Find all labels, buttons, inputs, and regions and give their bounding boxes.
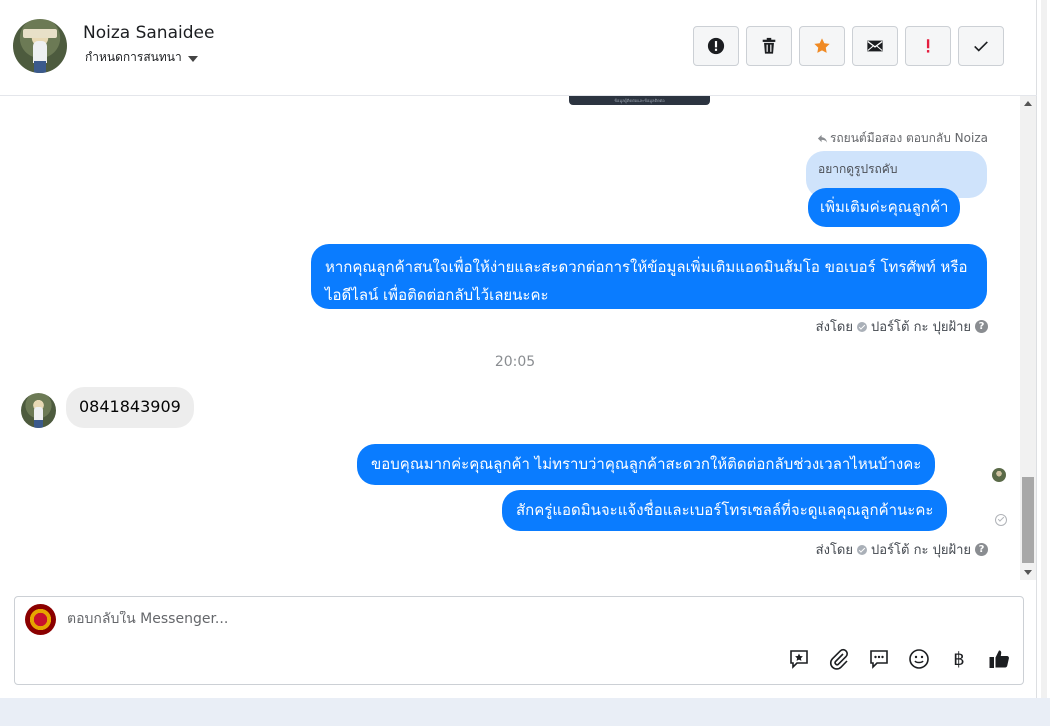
smiley-icon	[909, 649, 929, 669]
mark-unread-button[interactable]	[852, 26, 898, 66]
sent-by-info: ส่งโดย ปอร์โต้ กะ ปุยฝ้าย ?	[816, 539, 988, 560]
image-attachment[interactable]: ข้อมูลผู้ติดต่อและข้อมูลติดต่อ	[569, 96, 710, 105]
sent-by-info: ส่งโดย ปอร์โต้ กะ ปุยฝ้าย ?	[816, 316, 988, 337]
reply-arrow-icon	[817, 134, 828, 143]
trash-icon	[762, 37, 776, 54]
image-attachment-caption: ข้อมูลผู้ติดต่อและข้อมูลติดต่อ	[614, 98, 665, 103]
message-bubble[interactable]: สักครู่แอดมินจะแจ้งชื่อและเบอร์โทรเซลล์ท…	[502, 490, 948, 531]
sent-by-name: ปอร์โต้ กะ ปุยฝ้าย	[871, 320, 971, 335]
quick-reply-button[interactable]	[867, 647, 891, 671]
conversation-settings-dropdown[interactable]: กำหนดการสนทนา	[85, 48, 198, 67]
conversation-settings-label: กำหนดการสนทนา	[85, 50, 182, 64]
saved-reply-button[interactable]	[787, 647, 811, 671]
scrollbar-thumb[interactable]	[1022, 477, 1034, 563]
sent-by-label: ส่งโดย	[815, 543, 853, 558]
sent-by-name: ปอร์โต้ กะ ปุยฝ้าย	[871, 543, 971, 558]
message-bubble[interactable]: เพิ่มเติมค่ะคุณลูกค้า	[808, 188, 961, 227]
envelope-icon	[867, 40, 883, 52]
thumbs-up-icon	[989, 650, 1009, 668]
check-icon	[974, 41, 988, 52]
thread-scrollbar[interactable]	[1020, 96, 1036, 580]
caret-down-icon	[187, 55, 198, 62]
page-avatar	[25, 604, 56, 635]
mark-done-button[interactable]	[958, 26, 1004, 66]
sent-by-label: ส่งโดย	[815, 320, 853, 335]
baht-icon: ฿	[953, 648, 965, 670]
exclamation-icon	[926, 39, 930, 53]
payment-button[interactable]: ฿	[947, 647, 971, 671]
paperclip-icon	[830, 648, 848, 670]
message-thread: ข้อมูลผู้ติดต่อและข้อมูลติดต่อ รถยนต์มือ…	[0, 96, 1037, 584]
help-icon[interactable]: ?	[975, 320, 988, 333]
attach-button[interactable]	[827, 647, 851, 671]
avatar[interactable]	[13, 19, 67, 73]
message-bubble[interactable]: 0841843909	[66, 387, 194, 428]
conversation-panel: Noiza Sanaidee กำหนดการสนทนา ข้อมูลผู้ติ…	[0, 0, 1037, 698]
reply-meta-text: รถยนต์มือสอง ตอบกลับ Noiza	[829, 131, 988, 145]
verified-icon	[857, 321, 867, 332]
page-scrollbar-track[interactable]	[1041, 0, 1047, 698]
sent-check-icon	[995, 514, 1007, 526]
conversation-header: Noiza Sanaidee กำหนดการสนทนา	[0, 0, 1037, 96]
message-timestamp: 20:05	[494, 354, 536, 370]
important-button[interactable]	[905, 26, 951, 66]
help-icon[interactable]: ?	[975, 543, 988, 556]
emoji-button[interactable]	[907, 647, 931, 671]
scroll-up-arrow-icon[interactable]	[1024, 101, 1032, 106]
delete-button[interactable]	[746, 26, 792, 66]
saved-reply-icon	[790, 650, 808, 669]
message-bubble[interactable]: ขอบคุณมากค่ะคุณลูกค้า ไม่ทราบว่าคุณลูกค้…	[357, 444, 936, 485]
seen-indicator-avatar	[992, 468, 1006, 482]
composer-toolbar: ฿	[787, 647, 1011, 671]
sender-avatar[interactable]	[21, 393, 56, 428]
reply-meta: รถยนต์มือสอง ตอบกลับ Noiza	[817, 129, 988, 148]
chat-bubble-icon	[870, 650, 888, 669]
alert-circle-icon	[707, 37, 725, 55]
scroll-down-arrow-icon[interactable]	[1024, 570, 1032, 575]
report-button[interactable]	[693, 26, 739, 66]
reply-input[interactable]	[67, 611, 967, 627]
message-composer: ฿	[14, 596, 1024, 685]
user-name[interactable]: Noiza Sanaidee	[83, 23, 214, 43]
action-toolbar	[693, 26, 1004, 66]
verified-icon	[857, 544, 867, 555]
message-bubble[interactable]: หากคุณลูกค้าสนใจเพื่อให้ง่ายและสะดวกต่อก…	[311, 244, 987, 309]
quoted-message-text: อยากดูรูปรถคับ	[818, 162, 898, 176]
star-button[interactable]	[799, 26, 845, 66]
like-button[interactable]	[987, 647, 1011, 671]
page-scrollbar[interactable]	[1037, 0, 1050, 698]
star-icon	[814, 38, 830, 53]
